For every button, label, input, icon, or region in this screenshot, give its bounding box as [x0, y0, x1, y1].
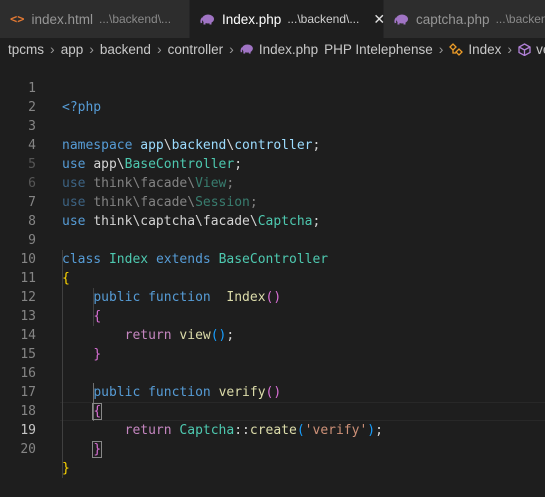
breadcrumb-item-method[interactable]: ve [518, 42, 545, 57]
tab-description: ...\backend\... [495, 12, 545, 26]
chevron-right-icon: › [229, 41, 234, 57]
breadcrumb-item-backend[interactable]: backend [100, 42, 151, 57]
code-line: 8 [0, 193, 545, 229]
tab-index-html[interactable]: <> index.html ...\backend\... [0, 0, 190, 38]
breadcrumb-item-tpcms[interactable]: tpcms [8, 42, 44, 57]
tab-index-php[interactable]: Index.php ...\backend\... ✕ [190, 0, 385, 38]
chevron-right-icon: › [438, 41, 444, 57]
breadcrumb-item-controller[interactable]: controller [168, 42, 224, 57]
tab-captcha-php[interactable]: captcha.php ...\backend\... [384, 0, 545, 38]
html-file-icon: <> [10, 12, 25, 26]
tab-label: index.html [31, 11, 93, 27]
breadcrumb-item-php-intelephense[interactable]: PHP Intelephense [324, 42, 433, 57]
code-line: 13 return view(); [0, 288, 545, 343]
breadcrumb: tpcms › app › backend › controller › Ind… [0, 38, 545, 60]
code-line: 20 } [0, 421, 545, 476]
code-line: 7 use think\captcha\facade\Captcha; [0, 174, 545, 229]
code-line: 9 class Index extends BaseController [0, 212, 545, 267]
code-line: 4 use app\BaseController; [0, 117, 545, 172]
code-line: 6 use think\facade\Session; [0, 155, 545, 210]
tab-description: ...\backend\... [287, 12, 360, 26]
code-line: 12 { [0, 269, 545, 324]
breadcrumb-method-label: ve [536, 41, 545, 57]
chevron-right-icon: › [156, 41, 162, 57]
editor-tab-bar: <> index.html ...\backend\... Index.php … [0, 0, 545, 38]
code-line: 2 [0, 79, 545, 115]
tab-label: Index.php [222, 11, 282, 27]
code-line-current: 19 } [0, 402, 545, 458]
php-elephant-icon [394, 14, 409, 25]
breadcrumb-item-file[interactable]: Index.php [240, 42, 318, 57]
breadcrumb-item-app[interactable]: app [61, 42, 84, 57]
chevron-right-icon: › [50, 41, 55, 57]
breadcrumb-item-class[interactable]: Index [449, 42, 501, 57]
code-line: 11 public function Index() [0, 250, 545, 305]
chevron-right-icon: › [89, 41, 94, 57]
code-line: 5 use think\facade\View; [0, 136, 545, 191]
tab-label: captcha.php [416, 11, 490, 27]
method-cube-icon [518, 42, 531, 56]
line-number: 20 [20, 442, 36, 457]
chevron-right-icon: › [507, 41, 513, 57]
code-line: 18 return Captcha::create('verify'); [0, 383, 545, 438]
code-line: 16 public function verify() [0, 345, 545, 400]
class-symbol-icon [449, 42, 464, 56]
code-editor[interactable]: 1 <?php 2 3 namespace app\backend\contro… [0, 60, 545, 482]
code-line: 15 [0, 326, 545, 362]
breadcrumb-file-label: Index.php [258, 41, 319, 57]
code-line: 17 { [0, 364, 545, 420]
code-line: 1 <?php [0, 60, 545, 115]
code-line: 14 } [0, 307, 545, 362]
php-elephant-icon [240, 44, 254, 54]
php-elephant-icon [200, 14, 215, 25]
code-line: 10 { [0, 231, 545, 286]
tab-description: ...\backend\... [98, 12, 172, 26]
code-line: 3 namespace app\backend\controller; [0, 98, 545, 153]
breadcrumb-class-label: Index [468, 41, 502, 57]
